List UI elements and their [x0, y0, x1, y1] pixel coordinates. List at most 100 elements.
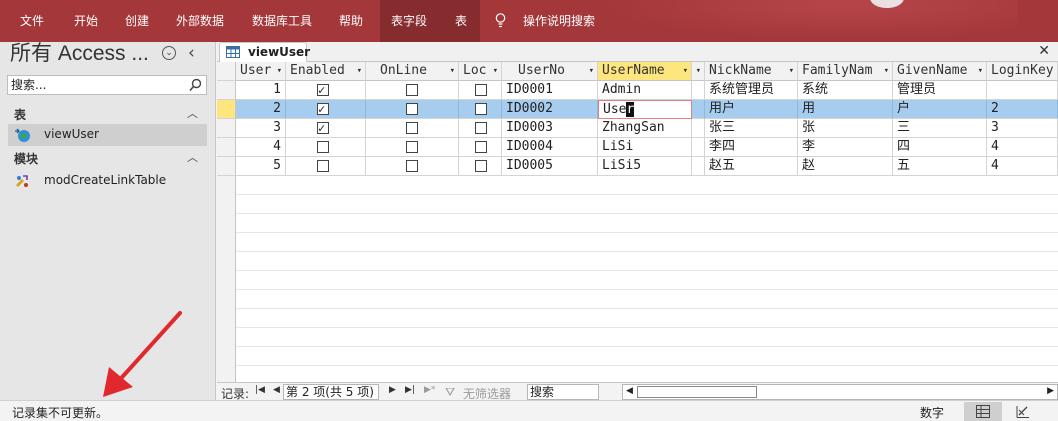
next-record-icon[interactable]: ▶	[389, 385, 396, 395]
dropdown-arrow-icon[interactable]: ▾	[589, 62, 594, 80]
tab-file[interactable]: 文件	[20, 0, 44, 42]
current-record-field[interactable]: 第 2 项(共 5 项)	[283, 384, 379, 400]
column-header-userno[interactable]: UserNo ▾	[502, 62, 598, 81]
scroll-right-icon[interactable]: ▶	[1047, 386, 1054, 396]
cell-userno[interactable]: ID0003	[502, 119, 598, 138]
checkbox-unchecked[interactable]	[475, 160, 487, 172]
cell-familyname[interactable]: 赵	[798, 157, 893, 176]
column-header-username[interactable]: UserName ▾	[598, 62, 692, 81]
dropdown-arrow-icon[interactable]: ▾	[884, 62, 889, 80]
cell-enabled[interactable]	[286, 119, 366, 138]
tab-table-fields[interactable]: 表字段	[391, 0, 427, 42]
cell-spacer[interactable]	[692, 119, 705, 138]
cell-loc[interactable]	[459, 100, 502, 119]
cell-givenname[interactable]: 四	[893, 138, 987, 157]
horizontal-scrollbar[interactable]: ◀ ▶	[622, 384, 1058, 400]
column-header-online[interactable]: OnLine ▾	[366, 62, 459, 81]
table-row[interactable]: 1ID0001Admin系统管理员系统管理员	[217, 81, 1058, 100]
column-header-loginkey[interactable]: LoginKey	[987, 62, 1058, 81]
checkbox-unchecked[interactable]	[317, 141, 329, 153]
chevron-up-icon[interactable]: ︿	[187, 105, 198, 121]
checkbox-unchecked[interactable]	[406, 103, 418, 115]
cell-givenname[interactable]: 五	[893, 157, 987, 176]
checkbox-checked[interactable]	[317, 81, 329, 99]
cell-nickname[interactable]: 张三	[705, 119, 798, 138]
cell-enabled[interactable]	[286, 157, 366, 176]
document-tab-viewuser[interactable]: viewUser	[219, 42, 310, 63]
cell-online[interactable]	[366, 81, 459, 100]
dropdown-arrow-icon[interactable]: ▾	[277, 62, 282, 80]
cell-loginkey[interactable]: 3	[987, 119, 1058, 138]
cell-loginkey[interactable]	[987, 81, 1058, 100]
nav-group-modules[interactable]: 模块	[14, 150, 38, 167]
dropdown-arrow-icon[interactable]: ▾	[696, 62, 701, 80]
cell-enabled[interactable]	[286, 138, 366, 157]
cell-givenname[interactable]: 户	[893, 100, 987, 119]
cell-userno[interactable]: ID0004	[502, 138, 598, 157]
checkbox-unchecked[interactable]	[475, 122, 487, 134]
dropdown-arrow-icon[interactable]: ▾	[978, 62, 983, 80]
cell-familyname[interactable]: 用	[798, 100, 893, 119]
datasheet-view-button[interactable]	[964, 402, 1002, 421]
tab-table[interactable]: 表	[455, 0, 467, 42]
cell-user-id[interactable]: 2	[236, 100, 286, 119]
filter-funnel-icon[interactable]: ⛛	[445, 385, 455, 400]
table-row[interactable]: 4 ID0004 LiSi 李四李四 4	[217, 138, 1058, 157]
cell-user-id[interactable]: 4	[236, 138, 286, 157]
cell-username[interactable]: LiSi	[598, 138, 692, 157]
cell-nickname[interactable]: 李四	[705, 138, 798, 157]
cell-enabled[interactable]	[286, 81, 366, 100]
cell-userno[interactable]: ID0001	[502, 81, 598, 100]
record-selector[interactable]	[217, 138, 236, 157]
column-header-nickname[interactable]: NickName ▾	[705, 62, 798, 81]
checkbox-unchecked[interactable]	[406, 160, 418, 172]
cell-spacer[interactable]	[692, 81, 705, 100]
cell-online[interactable]	[366, 119, 459, 138]
cell-username[interactable]: Admin	[598, 81, 692, 100]
cell-user-id[interactable]: 3	[236, 119, 286, 138]
cell-spacer[interactable]	[692, 100, 705, 119]
record-search-input[interactable]: 搜索	[527, 384, 599, 400]
cell-userno[interactable]: ID0002	[502, 100, 598, 119]
dropdown-arrow-icon[interactable]: ▾	[493, 62, 498, 80]
nav-pane-title[interactable]: 所有 Access ...	[10, 42, 149, 66]
cell-online[interactable]	[366, 138, 459, 157]
table-row[interactable]: 5 ID0005 LiSi5 赵五赵五 4	[217, 157, 1058, 176]
last-record-icon[interactable]: ▶|	[405, 385, 415, 395]
cell-username[interactable]: ZhangSan	[598, 119, 692, 138]
column-header-user[interactable]: User ▾	[236, 62, 286, 81]
cell-loc[interactable]	[459, 81, 502, 100]
nav-collapse-icon[interactable]: ‹	[188, 42, 195, 64]
close-icon[interactable]: ✕	[1038, 43, 1050, 59]
cell-loc[interactable]	[459, 119, 502, 138]
checkbox-checked[interactable]	[317, 100, 329, 118]
checkbox-unchecked[interactable]	[406, 141, 418, 153]
tab-home[interactable]: 开始	[74, 0, 98, 42]
cell-familyname[interactable]: 张	[798, 119, 893, 138]
cell-familyname[interactable]: 李	[798, 138, 893, 157]
dropdown-arrow-icon[interactable]: ▾	[789, 62, 794, 80]
select-all-corner[interactable]	[217, 62, 236, 81]
record-selector[interactable]	[217, 157, 236, 176]
nav-group-tables[interactable]: 表	[14, 106, 26, 123]
cell-enabled[interactable]	[286, 100, 366, 119]
cell-loginkey[interactable]: 4	[987, 138, 1058, 157]
column-header-loc[interactable]: Loc ▾	[459, 62, 502, 81]
dropdown-arrow-icon[interactable]: ▾	[683, 62, 688, 80]
checkbox-unchecked[interactable]	[317, 160, 329, 172]
record-selector[interactable]	[217, 81, 236, 100]
scroll-thumb[interactable]	[637, 386, 757, 398]
dropdown-arrow-icon[interactable]: ▾	[357, 62, 362, 80]
checkbox-unchecked[interactable]	[475, 84, 487, 96]
new-record-icon[interactable]: ▶*	[424, 385, 435, 395]
cell-loc[interactable]	[459, 157, 502, 176]
cell-loginkey[interactable]: 4	[987, 157, 1058, 176]
chevron-up-icon[interactable]: ︿	[187, 149, 198, 165]
tab-create[interactable]: 创建	[125, 0, 149, 42]
nav-search-box[interactable]	[7, 75, 207, 95]
previous-record-icon[interactable]: ◀	[273, 385, 280, 395]
cell-spacer[interactable]	[692, 138, 705, 157]
cell-givenname[interactable]: 管理员	[893, 81, 987, 100]
first-record-icon[interactable]: |◀	[255, 385, 265, 395]
cell-username[interactable]: LiSi5	[598, 157, 692, 176]
